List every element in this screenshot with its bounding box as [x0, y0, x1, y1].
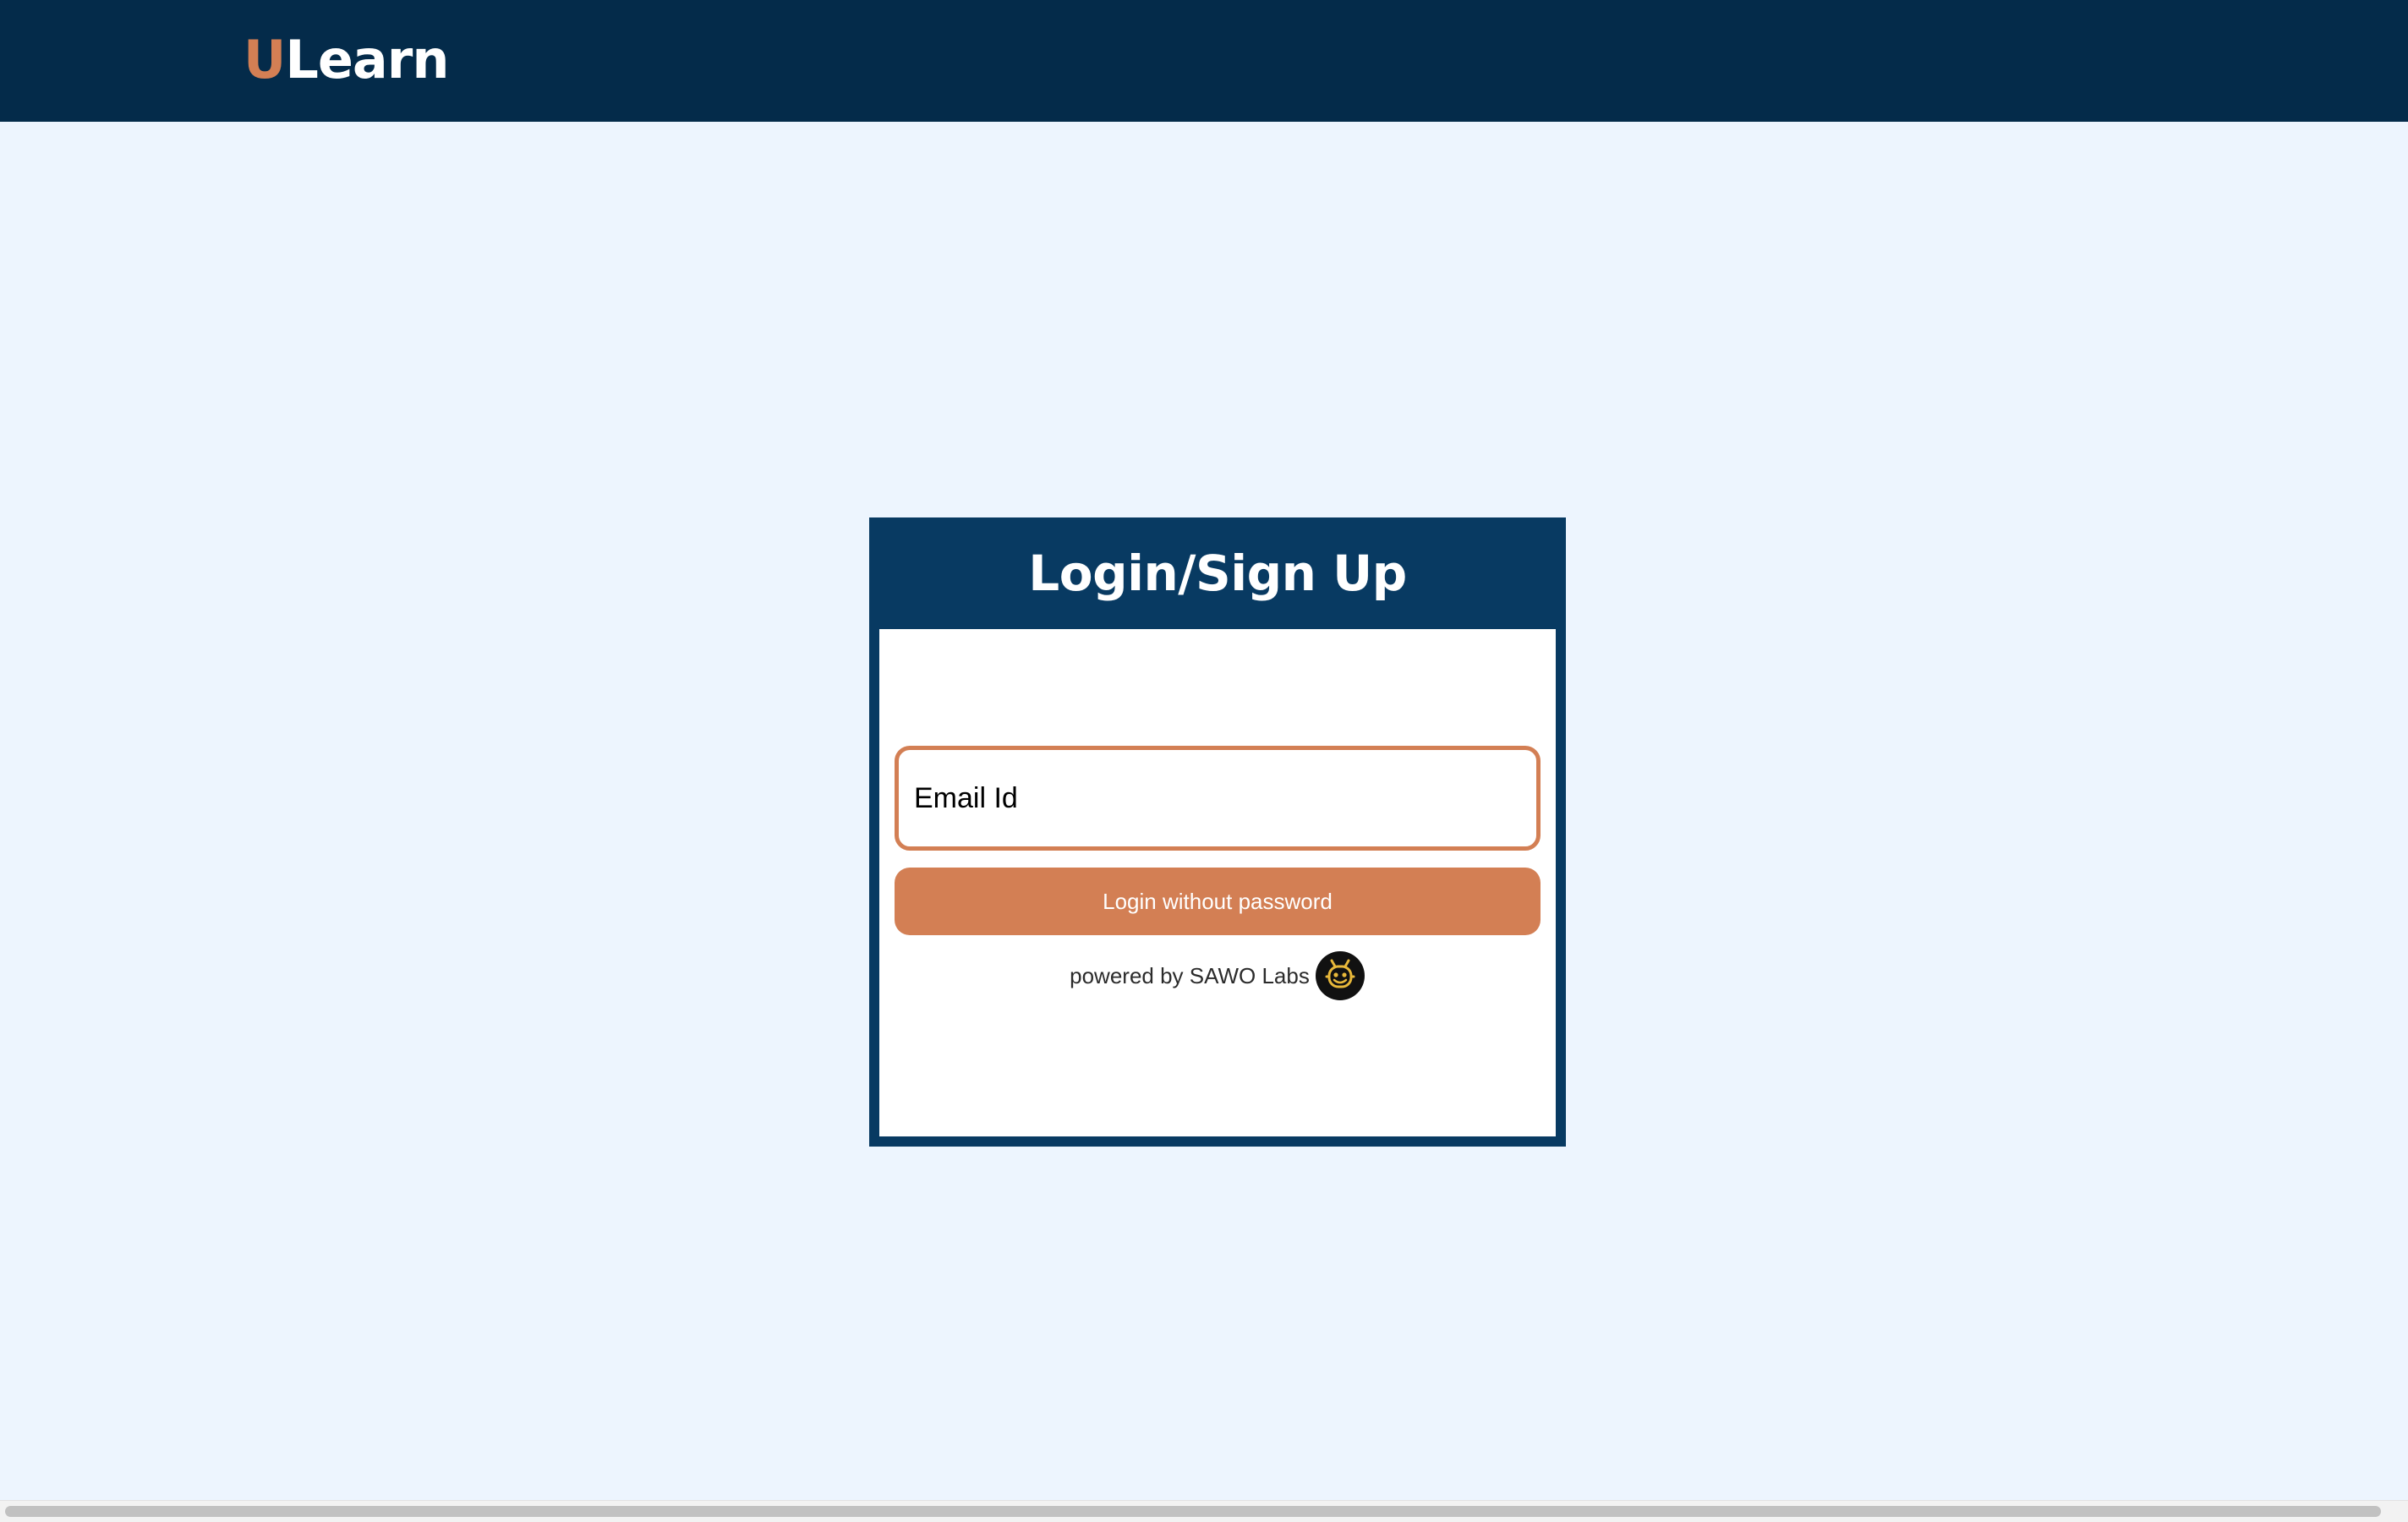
powered-by-sawo: powered by SAWO Labs: [879, 950, 1556, 1001]
login-card-title: Login/Sign Up: [1028, 545, 1407, 602]
login-card: Login/Sign Up Login without password pow…: [869, 517, 1566, 1147]
login-form: Login without password powered by SAWO L…: [879, 629, 1556, 1136]
login-without-password-button[interactable]: Login without password: [895, 868, 1541, 935]
top-navbar: ULearn: [0, 0, 2408, 122]
powered-by-text: powered by SAWO Labs: [1070, 962, 1310, 988]
ulearn-logo[interactable]: ULearn: [244, 24, 449, 96]
scrollbar-thumb[interactable]: [5, 1506, 2381, 1517]
logo-accent-letter: U: [244, 29, 286, 90]
sawo-labs-logo-icon: [1315, 950, 1365, 1001]
logo-text: Learn: [285, 29, 449, 90]
horizontal-scrollbar[interactable]: [0, 1500, 2408, 1522]
email-input[interactable]: [895, 746, 1541, 851]
